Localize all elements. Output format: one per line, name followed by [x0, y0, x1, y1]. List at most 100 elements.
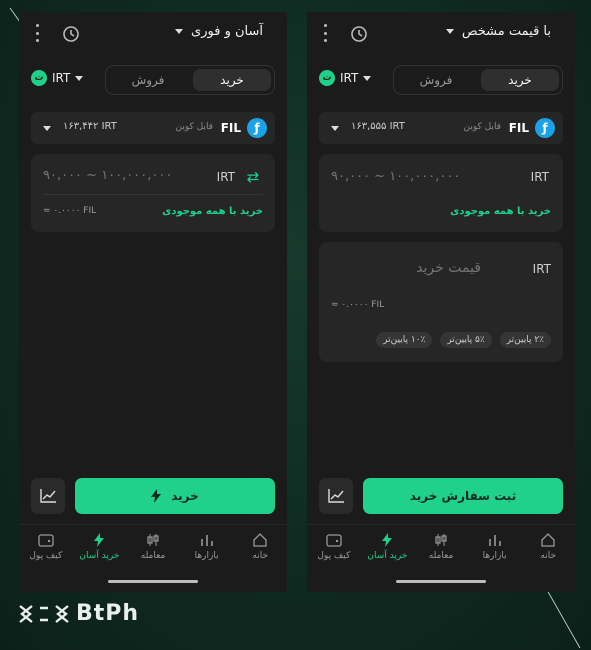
wallet-icon	[38, 534, 54, 547]
history-icon[interactable]	[349, 24, 369, 44]
nav-wallet[interactable]: کیف پول	[22, 525, 70, 576]
nav-label: خانه	[252, 551, 269, 561]
nav-easy-buy[interactable]: خرید آسان	[363, 525, 411, 576]
nav-label: کیف پول	[317, 551, 351, 561]
filecoin-icon: ƒ	[247, 118, 267, 138]
chevron-down-icon	[43, 126, 51, 131]
mode-label: آسان و فوری	[191, 24, 263, 39]
amount-card: ⇄ IRT خرید با همه موجودی ≈ ۰.۰۰۰۰ FIL	[31, 154, 275, 232]
approx-amount: ≈ ۰.۰۰۰۰ FIL	[43, 206, 97, 216]
chevron-down-icon	[445, 29, 454, 34]
currency-dropdown[interactable]: ت IRT	[319, 70, 372, 86]
nav-markets[interactable]: بازارها	[183, 525, 231, 576]
bar-chart-icon	[488, 535, 501, 546]
price-card: IRT ≈ ۰.۰۰۰۰ FIL ۲٪ پایین‌تر ۵٪ پایین‌تر…	[319, 242, 563, 362]
order-side-row: خرید فروش ت IRT	[307, 62, 575, 102]
tab-sell[interactable]: فروش	[397, 69, 475, 91]
mode-label: با قیمت مشخص	[461, 24, 551, 39]
bottom-nav: خانه بازارها معامله خرید آسان کیف پول	[19, 524, 287, 576]
chart-button[interactable]	[319, 478, 353, 514]
nav-label: بازارها	[482, 551, 507, 561]
home-icon	[253, 533, 267, 547]
home-icon	[541, 533, 555, 547]
buy-all-balance-link[interactable]: خرید با همه موجودی	[162, 206, 263, 217]
nav-label: معامله	[140, 551, 166, 561]
top-bar: با قیمت مشخص	[307, 12, 575, 56]
toman-icon: ت	[319, 70, 335, 86]
nav-easy-buy[interactable]: خرید آسان	[75, 525, 123, 576]
coin-price: ۱۶۳,۵۵۵ IRT	[351, 121, 405, 132]
amount-currency: IRT	[216, 170, 235, 184]
coin-name: فایل کوین	[463, 122, 501, 132]
coin-name: فایل کوین	[175, 122, 213, 132]
coin-selector[interactable]: ƒ FIL فایل کوین ۱۶۳,۴۴۲ IRT	[31, 112, 275, 144]
easy-buy-screen: آسان و فوری خرید فروش ت IRT ƒ FIL فایل ک…	[19, 12, 287, 592]
action-row: خرید	[31, 478, 275, 514]
nav-label: کیف پول	[29, 551, 63, 561]
home-indicator	[396, 580, 486, 583]
chevron-down-icon	[363, 75, 372, 81]
chip-5-percent[interactable]: ۵٪ پایین‌تر	[440, 332, 492, 348]
buy-button[interactable]: خرید	[75, 478, 275, 514]
nav-label: خرید آسان	[79, 551, 120, 561]
price-chips: ۲٪ پایین‌تر ۵٪ پایین‌تر ۱۰٪ پایین‌تر	[376, 332, 551, 348]
chip-2-percent[interactable]: ۲٪ پایین‌تر	[499, 332, 551, 348]
nav-markets[interactable]: بازارها	[471, 525, 519, 576]
lightning-icon	[382, 533, 393, 547]
currency-label: IRT	[340, 71, 359, 85]
amount-input[interactable]	[43, 168, 193, 183]
wallet-icon	[326, 534, 342, 547]
chevron-down-icon	[75, 75, 84, 81]
buy-sell-toggle: خرید فروش	[393, 65, 563, 95]
logo-mark-icon	[19, 604, 69, 623]
top-bar: آسان و فوری	[19, 12, 287, 56]
mode-dropdown[interactable]: با قیمت مشخص	[445, 24, 551, 39]
chevron-down-icon	[331, 126, 339, 131]
currency-dropdown[interactable]: ت IRT	[31, 70, 84, 86]
candlestick-icon	[147, 534, 159, 546]
limit-buy-screen: با قیمت مشخص خرید فروش ت IRT ƒ FIL فایل …	[307, 12, 575, 592]
chart-icon	[40, 489, 56, 503]
mode-dropdown[interactable]: آسان و فوری	[175, 24, 263, 39]
amount-card: IRT خرید با همه موجودی	[319, 154, 563, 232]
tab-sell[interactable]: فروش	[109, 69, 187, 91]
more-menu-icon[interactable]	[322, 24, 328, 42]
approx-amount: ≈ ۰.۰۰۰۰ FIL	[331, 300, 385, 310]
coin-selector[interactable]: ƒ FIL فایل کوین ۱۶۳,۵۵۵ IRT	[319, 112, 563, 144]
price-currency: IRT	[532, 262, 551, 276]
swap-icon[interactable]: ⇄	[243, 167, 263, 187]
action-row: ثبت سفارش خرید	[319, 478, 563, 514]
chip-10-percent[interactable]: ۱۰٪ پایین‌تر	[376, 332, 433, 348]
buy-all-balance-link[interactable]: خرید با همه موجودی	[450, 206, 551, 217]
nav-home[interactable]: خانه	[524, 525, 572, 576]
nav-label: خانه	[540, 551, 557, 561]
bar-chart-icon	[200, 535, 213, 546]
nav-wallet[interactable]: کیف پول	[310, 525, 358, 576]
brand-logo: BtPh	[18, 601, 139, 626]
divider	[43, 194, 263, 195]
coin-symbol: FIL	[508, 121, 529, 135]
buy-button-label: خرید	[171, 489, 199, 503]
nav-label: معامله	[428, 551, 454, 561]
nav-trade[interactable]: معامله	[129, 525, 177, 576]
bottom-nav: خانه بازارها معامله خرید آسان کیف پول	[307, 524, 575, 576]
filecoin-icon: ƒ	[535, 118, 555, 138]
chevron-down-icon	[175, 29, 184, 34]
amount-input[interactable]	[331, 169, 481, 184]
tab-buy[interactable]: خرید	[481, 69, 559, 91]
nav-trade[interactable]: معامله	[417, 525, 465, 576]
tab-buy[interactable]: خرید	[193, 69, 271, 91]
chart-button[interactable]	[31, 478, 65, 514]
toman-icon: ت	[31, 70, 47, 86]
history-icon[interactable]	[61, 24, 81, 44]
submit-buy-order-button[interactable]: ثبت سفارش خرید	[363, 478, 563, 514]
home-indicator	[108, 580, 198, 583]
coin-symbol: FIL	[220, 121, 241, 135]
more-menu-icon[interactable]	[34, 24, 40, 42]
order-side-row: خرید فروش ت IRT	[19, 62, 287, 102]
submit-button-label: ثبت سفارش خرید	[409, 489, 517, 503]
brand-name: BtPh	[76, 601, 140, 626]
nav-home[interactable]: خانه	[236, 525, 284, 576]
currency-label: IRT	[52, 71, 71, 85]
price-input[interactable]	[331, 260, 481, 276]
